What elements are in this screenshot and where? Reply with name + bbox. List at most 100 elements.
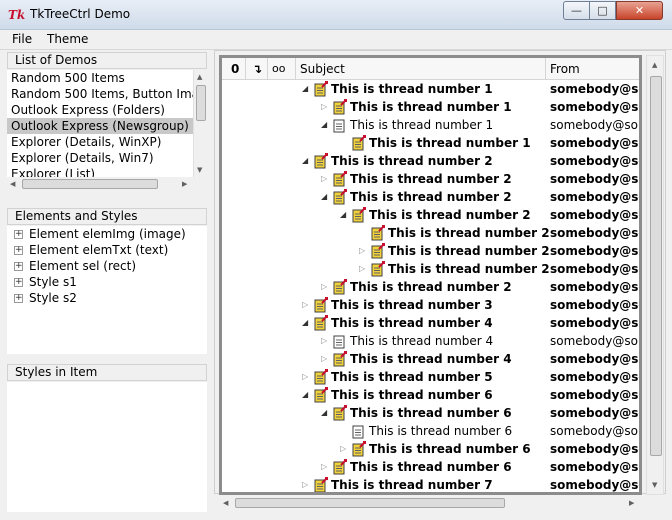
tree-row[interactable]: ◢ This is thread number 2 somebody@som [222, 152, 639, 170]
close-button[interactable]: ✕ [616, 1, 663, 20]
tree-row[interactable]: ▷This is thread number 2somebody@som [222, 278, 639, 296]
tree-row[interactable]: ▷This is thread number 2somebody@som [222, 260, 639, 278]
elements-tree[interactable]: + Element elemImg (image) + Element elemTxt… [7, 226, 207, 354]
demo-list-item[interactable]: Explorer (List) [7, 166, 193, 177]
expand-twisty-icon[interactable]: ▷ [302, 480, 308, 489]
demo-list-hscroll-thumb[interactable] [22, 179, 158, 189]
collapse-twisty-icon[interactable]: ◢ [340, 210, 346, 219]
collapse-twisty-icon[interactable]: ◢ [321, 120, 327, 129]
expand-twisty-icon[interactable]: ▷ [321, 336, 327, 345]
expand-twisty-icon[interactable]: ▷ [321, 174, 327, 183]
tree-row[interactable]: This is thread number 6 somebody@som [222, 422, 639, 440]
scroll-down-icon[interactable]: ▼ [197, 166, 202, 174]
tree-row[interactable]: ◢ This is thread number 1 somebody@som [222, 80, 639, 98]
expand-twisty-icon[interactable]: ▷ [321, 282, 327, 291]
tree-row[interactable]: ▷ This is thread number 1 somebody@som [222, 98, 639, 116]
scroll-up-icon[interactable]: ▲ [652, 61, 657, 69]
demo-list[interactable]: Random 500 Items Random 500 Items, Button… [7, 70, 193, 177]
tree-vscroll-thumb[interactable] [650, 76, 662, 456]
collapse-twisty-icon[interactable]: ◢ [321, 192, 327, 201]
tree-row[interactable]: ◢ This is thread number 6 somebody@som [222, 386, 639, 404]
expand-twisty-icon[interactable]: ▷ [302, 300, 308, 309]
message-from: somebody@som [550, 316, 639, 330]
element-tree-item[interactable]: + Element elemImg (image) [7, 226, 207, 242]
element-tree-item[interactable]: + Style s1 [7, 274, 207, 290]
tree-row[interactable]: ◢ This is thread number 2 somebody@som [222, 206, 639, 224]
expand-plus-icon[interactable]: + [14, 262, 23, 271]
message-subject: This is thread number 2 [388, 226, 550, 240]
tree-row[interactable]: This is thread number 1 somebody@som [222, 134, 639, 152]
expand-twisty-icon[interactable]: ▷ [321, 462, 327, 471]
element-tree-item[interactable]: + Element elemTxt (text) [7, 242, 207, 258]
menu-theme[interactable]: Theme [47, 32, 88, 46]
collapse-twisty-icon[interactable]: ◢ [302, 390, 308, 399]
collapse-twisty-icon[interactable]: ◢ [302, 84, 308, 93]
expand-plus-icon[interactable]: + [14, 278, 23, 287]
tree-row[interactable]: ▷ This is thread number 3 somebody@som [222, 296, 639, 314]
scroll-right-icon[interactable]: ▶ [629, 499, 634, 507]
tree-row[interactable]: ▷ This is thread number 6 somebody@som [222, 440, 639, 458]
column-subject[interactable]: Subject [296, 58, 546, 80]
tree-row[interactable]: ▷This is thread number 2somebody@som [222, 170, 639, 188]
left-splitter-1[interactable] [7, 194, 207, 200]
demo-list-item[interactable]: Explorer (Details, Win7) [7, 150, 193, 166]
column-watch[interactable]: oo [268, 58, 296, 80]
tree-row[interactable]: ▷ This is thread number 4 somebody@som [222, 350, 639, 368]
demo-list-hscrollbar[interactable]: ◀ ▶ [7, 177, 193, 191]
expand-twisty-icon[interactable]: ▷ [359, 264, 365, 273]
element-tree-item[interactable]: + Element sel (rect) [7, 258, 207, 274]
column-from[interactable]: From [546, 58, 639, 80]
tree-row[interactable]: This is thread number 2somebody@som [222, 224, 639, 242]
expand-plus-icon[interactable]: + [14, 246, 23, 255]
scroll-up-icon[interactable]: ▲ [197, 73, 202, 81]
message-subject: This is thread number 6 [350, 460, 512, 474]
demo-list-item[interactable]: Outlook Express (Folders) [7, 102, 193, 118]
collapse-twisty-icon[interactable]: ◢ [302, 318, 308, 327]
tree-row[interactable]: ▷This is thread number 2somebody@som [222, 242, 639, 260]
demo-list-item[interactable]: Explorer (Details, WinXP) [7, 134, 193, 150]
message-from: somebody@som [550, 190, 639, 204]
expand-plus-icon[interactable]: + [14, 230, 23, 239]
menu-file[interactable]: File [12, 32, 32, 46]
demo-list-item[interactable]: Outlook Express (Newsgroup) [7, 118, 193, 134]
demo-list-vscroll-thumb[interactable] [196, 85, 206, 121]
maximize-button[interactable]: □ [589, 1, 616, 20]
scroll-left-icon[interactable]: ◀ [223, 499, 228, 507]
scroll-right-icon[interactable]: ▶ [182, 180, 187, 188]
collapse-twisty-icon[interactable]: ◢ [321, 408, 327, 417]
message-from: somebody@som [550, 352, 639, 366]
newsgroup-tree[interactable]: 0 ↴ oo Subject From ◢ This is thread numb… [219, 55, 642, 495]
tree-row[interactable]: ◢ This is thread number 4 somebody@som [222, 314, 639, 332]
expand-twisty-icon[interactable]: ▷ [321, 354, 327, 363]
tree-row[interactable]: ▷ This is thread number 4 somebody@som [222, 332, 639, 350]
demo-list-item[interactable]: Random 500 Items [7, 70, 193, 86]
message-subject: This is thread number 6 [350, 406, 512, 420]
column-priority[interactable]: ↴ [246, 58, 268, 80]
column-attach[interactable]: 0 [222, 58, 246, 80]
tree-row[interactable]: ▷ This is thread number 5 somebody@som [222, 368, 639, 386]
tree-row[interactable]: ▷ This is thread number 7 somebody@som [222, 476, 639, 492]
scroll-down-icon[interactable]: ▼ [652, 481, 657, 489]
message-from: somebody@som [550, 136, 639, 150]
tree-hscroll-thumb[interactable] [235, 498, 505, 508]
scroll-left-icon[interactable]: ◀ [10, 180, 15, 188]
message-from: somebody@som [550, 280, 639, 294]
expand-twisty-icon[interactable]: ▷ [302, 372, 308, 381]
element-tree-item[interactable]: + Style s2 [7, 290, 207, 306]
expand-twisty-icon[interactable]: ▷ [359, 246, 365, 255]
tree-row[interactable]: ◢ This is thread number 1 somebody@som [222, 116, 639, 134]
expand-twisty-icon[interactable]: ▷ [321, 102, 327, 111]
demo-list-item[interactable]: Random 500 Items, Button Images [7, 86, 193, 102]
tree-row[interactable]: ◢ This is thread number 2 somebody@som [222, 188, 639, 206]
collapse-twisty-icon[interactable]: ◢ [302, 156, 308, 165]
expand-twisty-icon[interactable]: ▷ [340, 444, 346, 453]
tree-row[interactable]: ◢ This is thread number 6 somebody@som [222, 404, 639, 422]
demo-list-vscrollbar[interactable]: ▲ ▼ [193, 70, 207, 177]
message-from: somebody@som [550, 460, 639, 474]
left-splitter-2[interactable] [7, 356, 207, 362]
tree-vscrollbar[interactable]: ▲ ▼ [646, 55, 664, 495]
tree-row[interactable]: ▷ This is thread number 6 somebody@som [222, 458, 639, 476]
expand-plus-icon[interactable]: + [14, 294, 23, 303]
minimize-button[interactable]: — [563, 1, 590, 20]
tree-hscrollbar[interactable]: ◀ ▶ [219, 495, 642, 511]
